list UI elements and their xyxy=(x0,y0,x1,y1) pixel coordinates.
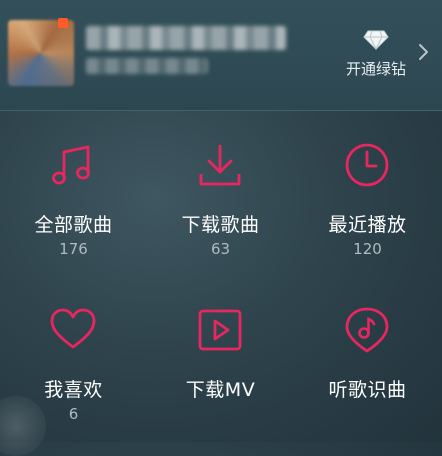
open-green-diamond-button[interactable]: 开通绿钻 xyxy=(336,30,416,86)
clock-icon xyxy=(345,143,389,187)
play-video-icon xyxy=(198,309,242,351)
profile-header[interactable]: 开通绿钻 xyxy=(0,0,442,111)
tile-label: 最近播放 xyxy=(328,214,407,236)
notification-badge xyxy=(58,18,68,28)
tile-downloaded-mv[interactable]: 下载MV xyxy=(147,277,294,442)
heart-icon xyxy=(50,308,96,349)
tile-label: 下载歌曲 xyxy=(181,214,260,236)
tile-song-recognition[interactable]: 听歌识曲 xyxy=(294,277,441,442)
download-icon xyxy=(199,144,241,186)
tile-count: 176 xyxy=(59,240,88,258)
vip-label: 开通绿钻 xyxy=(345,60,406,78)
username-blurred xyxy=(86,26,286,50)
diamond-icon xyxy=(363,30,389,50)
music-note-icon xyxy=(52,145,90,185)
tile-downloaded-songs[interactable]: 下载歌曲 63 xyxy=(147,112,294,277)
tile-label: 下载MV xyxy=(185,379,256,401)
music-recognition-icon xyxy=(345,307,389,353)
library-grid: 全部歌曲 176 下载歌曲 63 最近播放 120 我喜欢 6 下载MV 听歌识… xyxy=(0,112,442,442)
tile-count: 63 xyxy=(210,240,231,258)
tile-count: 120 xyxy=(353,240,382,258)
user-subtitle-blurred xyxy=(86,58,208,74)
tile-recently-played[interactable]: 最近播放 120 xyxy=(294,112,441,277)
tile-all-songs[interactable]: 全部歌曲 176 xyxy=(0,112,147,277)
chevron-right-icon[interactable] xyxy=(414,42,434,62)
tile-label: 听歌识曲 xyxy=(328,379,407,401)
user-avatar[interactable] xyxy=(8,20,74,86)
tile-label: 全部歌曲 xyxy=(34,214,113,236)
